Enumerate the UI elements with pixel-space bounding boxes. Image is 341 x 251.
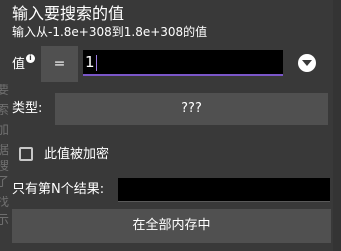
background-glyph: 加 bbox=[0, 124, 10, 138]
text-caret bbox=[95, 54, 97, 71]
dialog-subtitle: 输入从-1.8e+308到1.8e+308的值 bbox=[12, 25, 208, 39]
background-glyph: 了 bbox=[0, 176, 10, 190]
background-glyph: 据 bbox=[0, 144, 10, 158]
operator-button[interactable]: = bbox=[41, 46, 78, 82]
result-count-label: 只有第N个结果: bbox=[12, 182, 105, 197]
search-all-memory-button[interactable]: 在全部内存中 bbox=[12, 209, 331, 243]
background-app-edge: 要 索 加 据 搜 了 找 示 bbox=[0, 0, 10, 251]
result-count-input[interactable] bbox=[118, 178, 330, 202]
encrypted-checkbox-label[interactable]: 此值被加密 bbox=[44, 147, 109, 163]
background-glyph: 要 bbox=[0, 84, 10, 98]
background-glyph: 索 bbox=[0, 104, 10, 118]
type-label: 类型: bbox=[12, 101, 43, 116]
type-select[interactable]: ??? bbox=[55, 93, 328, 125]
info-icon[interactable]: i bbox=[26, 54, 35, 63]
value-input-text: 1 bbox=[85, 53, 95, 71]
dialog-title: 输入要搜索的值 bbox=[12, 4, 125, 23]
value-input[interactable]: 1 bbox=[83, 50, 283, 76]
search-value-dialog: 要 索 加 据 搜 了 找 示 输入要搜索的值 输入从-1.8e+308到1.8… bbox=[0, 0, 341, 251]
background-glyph: 找 bbox=[0, 196, 10, 210]
value-label: 值 bbox=[12, 57, 26, 72]
encrypted-checkbox[interactable] bbox=[19, 147, 33, 161]
background-glyph: 搜 bbox=[0, 160, 10, 174]
background-right-edge bbox=[333, 0, 341, 251]
chevron-down-icon[interactable] bbox=[298, 54, 316, 72]
background-glyph: 示 bbox=[0, 214, 10, 228]
